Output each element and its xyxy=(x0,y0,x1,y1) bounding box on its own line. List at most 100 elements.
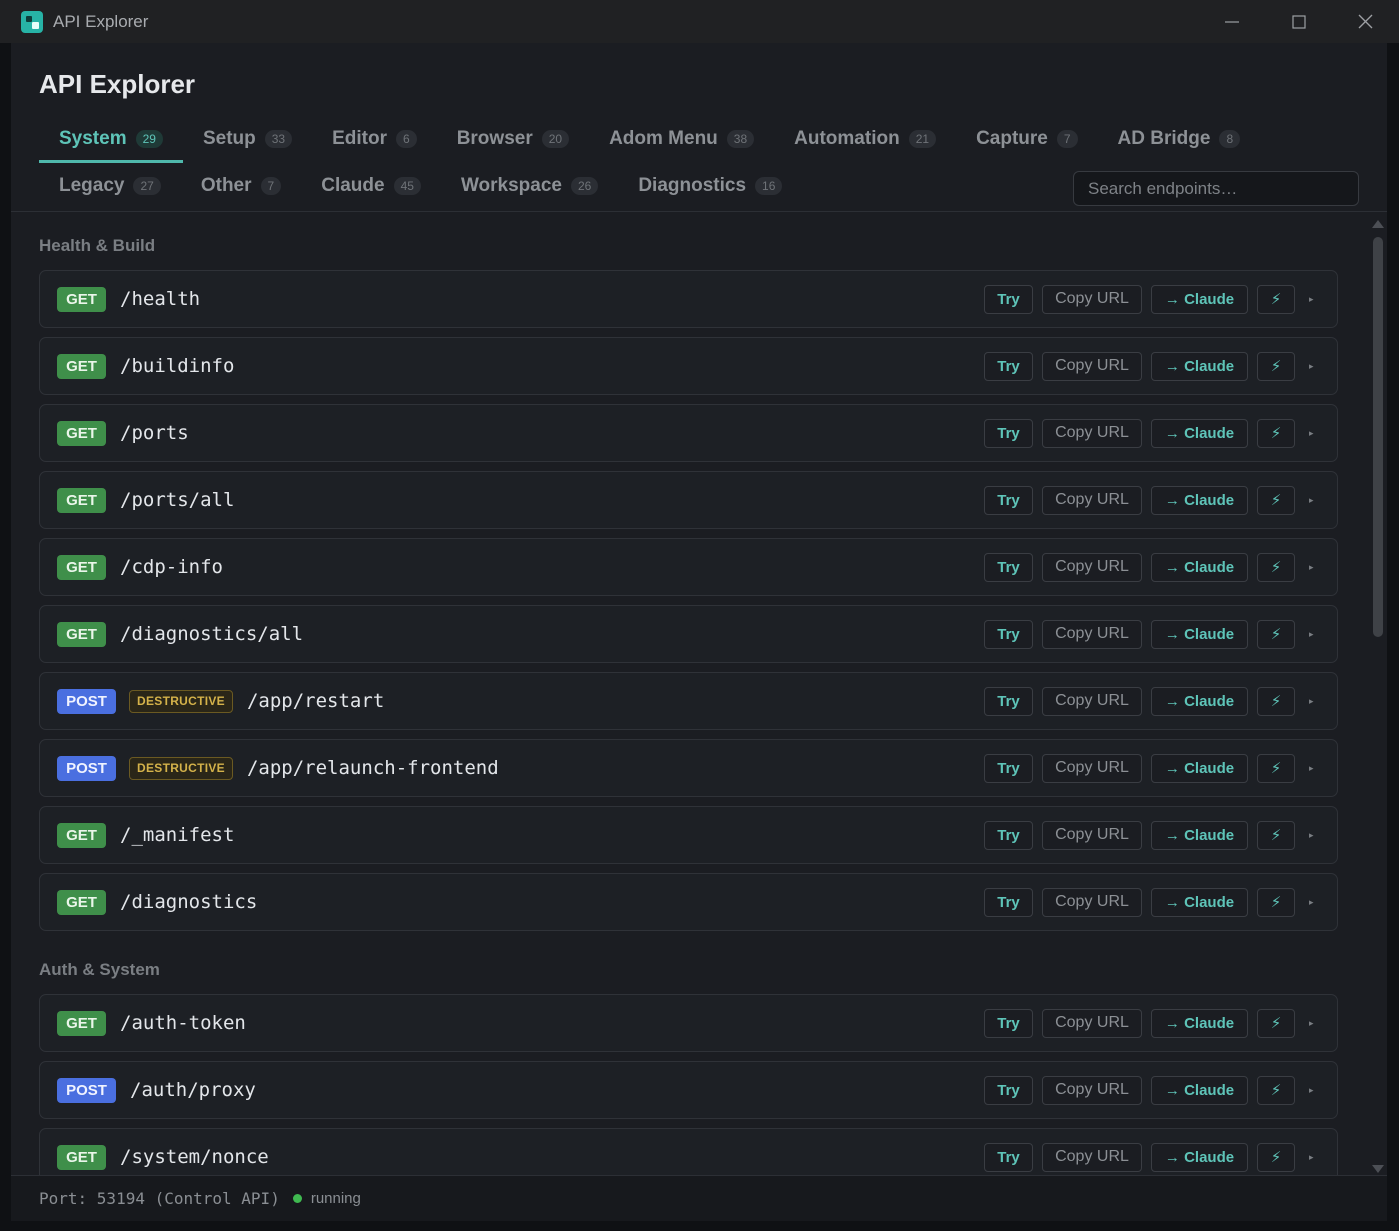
quick-run-button[interactable]: ⚡ xyxy=(1257,1008,1295,1038)
try-button[interactable]: Try xyxy=(984,753,1033,783)
tab-workspace[interactable]: Workspace 26 xyxy=(441,163,618,209)
send-to-claude-button[interactable]: → Claude xyxy=(1151,1142,1248,1172)
quick-run-button[interactable]: ⚡ xyxy=(1257,284,1295,314)
scroll-down-icon[interactable] xyxy=(1372,1165,1384,1173)
copy-url-button[interactable]: Copy URL xyxy=(1042,485,1142,515)
quick-run-button[interactable]: ⚡ xyxy=(1257,686,1295,716)
try-button[interactable]: Try xyxy=(984,686,1033,716)
maximize-icon[interactable] xyxy=(1265,0,1332,43)
quick-run-button[interactable]: ⚡ xyxy=(1257,753,1295,783)
tab-editor[interactable]: Editor 6 xyxy=(312,116,437,162)
copy-url-button[interactable]: Copy URL xyxy=(1042,887,1142,917)
try-button[interactable]: Try xyxy=(984,1075,1033,1105)
copy-url-button[interactable]: Copy URL xyxy=(1042,686,1142,716)
expand-chevron-icon[interactable]: ▸ xyxy=(1309,361,1319,372)
expand-chevron-icon[interactable]: ▸ xyxy=(1309,562,1319,573)
expand-chevron-icon[interactable]: ▸ xyxy=(1309,763,1319,774)
expand-chevron-icon[interactable]: ▸ xyxy=(1309,1152,1319,1163)
quick-run-button[interactable]: ⚡ xyxy=(1257,1142,1295,1172)
tab-other[interactable]: Other 7 xyxy=(181,163,301,209)
copy-url-button[interactable]: Copy URL xyxy=(1042,753,1142,783)
endpoint-row[interactable]: GET/health Try Copy URL → Claude ⚡ ▸ xyxy=(39,270,1338,328)
tab-capture[interactable]: Capture 7 xyxy=(956,116,1097,162)
quick-run-button[interactable]: ⚡ xyxy=(1257,619,1295,649)
tab-diagnostics[interactable]: Diagnostics 16 xyxy=(618,163,802,209)
send-to-claude-button[interactable]: → Claude xyxy=(1151,284,1248,314)
tab-claude[interactable]: Claude 45 xyxy=(301,163,441,209)
expand-chevron-icon[interactable]: ▸ xyxy=(1309,428,1319,439)
copy-url-button[interactable]: Copy URL xyxy=(1042,284,1142,314)
send-to-claude-button[interactable]: → Claude xyxy=(1151,1008,1248,1038)
quick-run-button[interactable]: ⚡ xyxy=(1257,418,1295,448)
endpoint-row[interactable]: GET/ports Try Copy URL → Claude ⚡ ▸ xyxy=(39,404,1338,462)
copy-url-button[interactable]: Copy URL xyxy=(1042,1008,1142,1038)
try-button[interactable]: Try xyxy=(984,351,1033,381)
try-button[interactable]: Try xyxy=(984,284,1033,314)
expand-chevron-icon[interactable]: ▸ xyxy=(1309,1018,1319,1029)
endpoint-row[interactable]: GET/diagnostics Try Copy URL → Claude ⚡ ▸ xyxy=(39,873,1338,931)
quick-run-button[interactable]: ⚡ xyxy=(1257,552,1295,582)
expand-chevron-icon[interactable]: ▸ xyxy=(1309,696,1319,707)
scrollbar[interactable] xyxy=(1371,215,1385,1173)
copy-url-button[interactable]: Copy URL xyxy=(1042,552,1142,582)
send-to-claude-button[interactable]: → Claude xyxy=(1151,619,1248,649)
copy-url-button[interactable]: Copy URL xyxy=(1042,418,1142,448)
try-button[interactable]: Try xyxy=(984,619,1033,649)
try-button[interactable]: Try xyxy=(984,485,1033,515)
send-to-claude-button[interactable]: → Claude xyxy=(1151,351,1248,381)
quick-run-button[interactable]: ⚡ xyxy=(1257,820,1295,850)
quick-run-button[interactable]: ⚡ xyxy=(1257,1075,1295,1105)
tab-ad-bridge[interactable]: AD Bridge 8 xyxy=(1098,116,1261,162)
try-button[interactable]: Try xyxy=(984,887,1033,917)
send-to-claude-button[interactable]: → Claude xyxy=(1151,552,1248,582)
tab-legacy[interactable]: Legacy 27 xyxy=(39,163,181,209)
endpoint-row[interactable]: GET /_manifest Try Copy URL → Claude ⚡ ▸ xyxy=(39,806,1338,864)
tab-setup[interactable]: Setup 33 xyxy=(183,116,312,162)
expand-chevron-icon[interactable]: ▸ xyxy=(1309,1085,1319,1096)
copy-url-button[interactable]: Copy URL xyxy=(1042,820,1142,850)
endpoint-row[interactable]: GET/auth-token Try Copy URL → Claude ⚡ ▸ xyxy=(39,994,1338,1052)
send-to-claude-button[interactable]: → Claude xyxy=(1151,753,1248,783)
endpoint-row[interactable]: GET/ports/all Try Copy URL → Claude ⚡ ▸ xyxy=(39,471,1338,529)
try-button[interactable]: Try xyxy=(984,552,1033,582)
copy-url-button[interactable]: Copy URL xyxy=(1042,619,1142,649)
expand-chevron-icon[interactable]: ▸ xyxy=(1309,897,1319,908)
tab-automation[interactable]: Automation 21 xyxy=(774,116,956,162)
send-to-claude-button[interactable]: → Claude xyxy=(1151,485,1248,515)
expand-chevron-icon[interactable]: ▸ xyxy=(1309,629,1319,640)
endpoint-row[interactable]: GET/cdp-info Try Copy URL → Claude ⚡ ▸ xyxy=(39,538,1338,596)
tab-browser[interactable]: Browser 20 xyxy=(437,116,589,162)
send-to-claude-button[interactable]: → Claude xyxy=(1151,887,1248,917)
endpoint-row[interactable]: POST DESTRUCTIVE/app/restart Try Copy URL → … xyxy=(39,672,1338,730)
close-icon[interactable] xyxy=(1332,0,1399,43)
endpoint-row[interactable]: POST/auth/proxy Try Copy URL → Claude ⚡ ▸ xyxy=(39,1061,1338,1119)
try-button[interactable]: Try xyxy=(984,1142,1033,1172)
minimize-icon[interactable] xyxy=(1198,0,1265,43)
send-to-claude-button[interactable]: → Claude xyxy=(1151,1075,1248,1105)
search-input[interactable] xyxy=(1073,171,1359,206)
lightning-icon: ⚡ xyxy=(1270,492,1282,509)
quick-run-button[interactable]: ⚡ xyxy=(1257,351,1295,381)
copy-url-button[interactable]: Copy URL xyxy=(1042,351,1142,381)
send-to-claude-button[interactable]: → Claude xyxy=(1151,686,1248,716)
quick-run-button[interactable]: ⚡ xyxy=(1257,485,1295,515)
endpoint-row[interactable]: GET/buildinfo Try Copy URL → Claude ⚡ ▸ xyxy=(39,337,1338,395)
expand-chevron-icon[interactable]: ▸ xyxy=(1309,495,1319,506)
endpoint-row[interactable]: POST DESTRUCTIVE/app/relaunch-frontend Try… xyxy=(39,739,1338,797)
try-button[interactable]: Try xyxy=(984,1008,1033,1038)
tab-adom-menu[interactable]: Adom Menu 38 xyxy=(589,116,774,162)
quick-run-button[interactable]: ⚡ xyxy=(1257,887,1295,917)
send-to-claude-button[interactable]: → Claude xyxy=(1151,418,1248,448)
copy-url-button[interactable]: Copy URL xyxy=(1042,1075,1142,1105)
expand-chevron-icon[interactable]: ▸ xyxy=(1309,830,1319,841)
try-button[interactable]: Try xyxy=(984,418,1033,448)
tab-system[interactable]: System 29 xyxy=(39,116,183,163)
try-button[interactable]: Try xyxy=(984,820,1033,850)
expand-chevron-icon[interactable]: ▸ xyxy=(1309,294,1319,305)
copy-url-button[interactable]: Copy URL xyxy=(1042,1142,1142,1172)
scroll-up-icon[interactable] xyxy=(1372,220,1384,228)
scroll-thumb[interactable] xyxy=(1373,237,1383,637)
send-to-claude-button[interactable]: → Claude xyxy=(1151,820,1248,850)
endpoint-row[interactable]: GET/diagnostics/all Try Copy URL → Claude ⚡ ▸ xyxy=(39,605,1338,663)
endpoint-row[interactable]: GET/system/nonce Try Copy URL → Claude ⚡ ▸ xyxy=(39,1128,1338,1175)
